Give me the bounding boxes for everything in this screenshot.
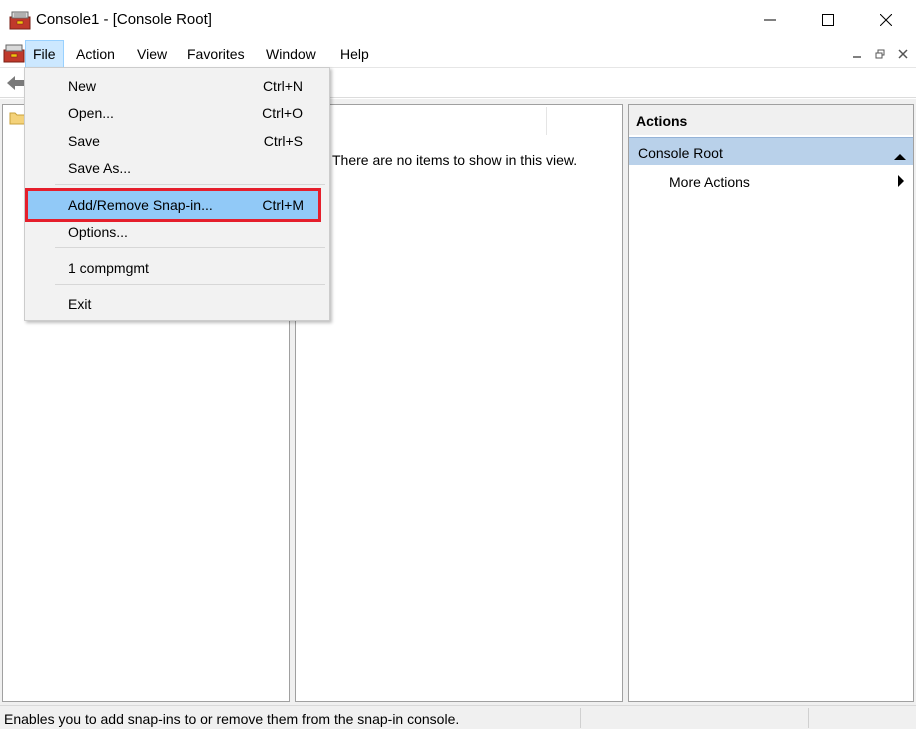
mmc-toolbox-icon[interactable] <box>9 10 31 30</box>
menu-window[interactable]: Window <box>259 40 323 68</box>
menu-item-exit[interactable]: Exit <box>27 291 327 317</box>
maximize-icon <box>822 14 834 26</box>
child-minimize-button[interactable] <box>847 44 867 64</box>
back-arrow-icon[interactable] <box>6 74 26 95</box>
menu-item-label: Open... <box>68 105 114 121</box>
menu-item-new[interactable]: New Ctrl+N <box>27 73 327 99</box>
actions-group-label: Console Root <box>638 145 723 161</box>
menu-item-shortcut: Ctrl+S <box>263 133 303 149</box>
minimize-icon <box>764 19 776 21</box>
menu-item-add-remove-snap-in[interactable]: Add/Remove Snap-in... Ctrl+M <box>25 188 321 222</box>
menu-help[interactable]: Help <box>333 40 376 68</box>
actions-title: Actions <box>629 105 913 135</box>
status-bar: Enables you to add snap-ins to or remove… <box>0 705 916 729</box>
more-actions-label: More Actions <box>669 174 750 190</box>
menu-file[interactable]: File <box>25 40 64 68</box>
empty-view-message: There are no items to show in this view. <box>332 152 578 168</box>
menu-item-shortcut: Ctrl+O <box>262 105 303 121</box>
child-close-button[interactable] <box>893 44 913 64</box>
submenu-arrow-icon <box>897 174 905 191</box>
menu-separator <box>55 284 325 285</box>
column-header[interactable]: me <box>296 105 622 137</box>
status-separator <box>580 708 581 728</box>
actions-group-console-root[interactable]: Console Root <box>629 137 913 165</box>
menu-item-label: Exit <box>68 296 92 312</box>
status-separator <box>808 708 809 728</box>
menu-item-shortcut: Ctrl+M <box>262 197 304 213</box>
close-icon <box>898 49 908 59</box>
child-restore-button[interactable] <box>870 44 890 64</box>
status-text: Enables you to add snap-ins to or remove… <box>4 711 460 727</box>
title-bar: Console1 - [Console Root] <box>0 0 916 40</box>
menu-item-label: Save As... <box>68 160 132 176</box>
close-icon <box>880 14 892 26</box>
mmc-toolbox-icon[interactable] <box>3 43 25 63</box>
menu-item-save[interactable]: Save Ctrl+S <box>27 128 327 154</box>
file-menu-dropdown: New Ctrl+N Open... Ctrl+O Save Ctrl+S Sa… <box>24 67 330 321</box>
menu-favorites[interactable]: Favorites <box>180 40 252 68</box>
restore-icon <box>875 49 885 59</box>
column-divider[interactable] <box>546 107 547 135</box>
results-pane[interactable]: me There are no items to show in this vi… <box>295 104 623 702</box>
window-title: Console1 - [Console Root] <box>36 11 212 28</box>
menu-item-label: Save <box>68 133 100 149</box>
menu-bar: File Action View Favorites Window Help <box>0 40 916 68</box>
menu-item-open[interactable]: Open... Ctrl+O <box>27 100 327 126</box>
menu-separator <box>55 184 325 185</box>
menu-item-options[interactable]: Options... <box>27 219 327 245</box>
menu-item-label: Options... <box>68 224 128 240</box>
actions-pane: Actions Console Root More Actions <box>628 104 914 702</box>
more-actions-item[interactable]: More Actions <box>629 167 913 195</box>
menu-item-label: 1 compmgmt <box>68 260 149 276</box>
menu-item-recent-compmgmt[interactable]: 1 compmgmt <box>27 255 327 281</box>
menu-view[interactable]: View <box>130 40 174 68</box>
maximize-button[interactable] <box>805 0 851 40</box>
minimize-button[interactable] <box>747 0 793 40</box>
close-button[interactable] <box>863 0 909 40</box>
minimize-icon <box>853 56 861 58</box>
menu-item-label: Add/Remove Snap-in... <box>68 197 213 213</box>
menu-action[interactable]: Action <box>69 40 122 68</box>
menu-item-save-as[interactable]: Save As... <box>27 155 327 181</box>
menu-separator <box>55 247 325 248</box>
menu-item-label: New <box>68 78 97 94</box>
collapse-up-icon[interactable] <box>894 148 906 164</box>
menu-item-shortcut: Ctrl+N <box>262 78 303 94</box>
